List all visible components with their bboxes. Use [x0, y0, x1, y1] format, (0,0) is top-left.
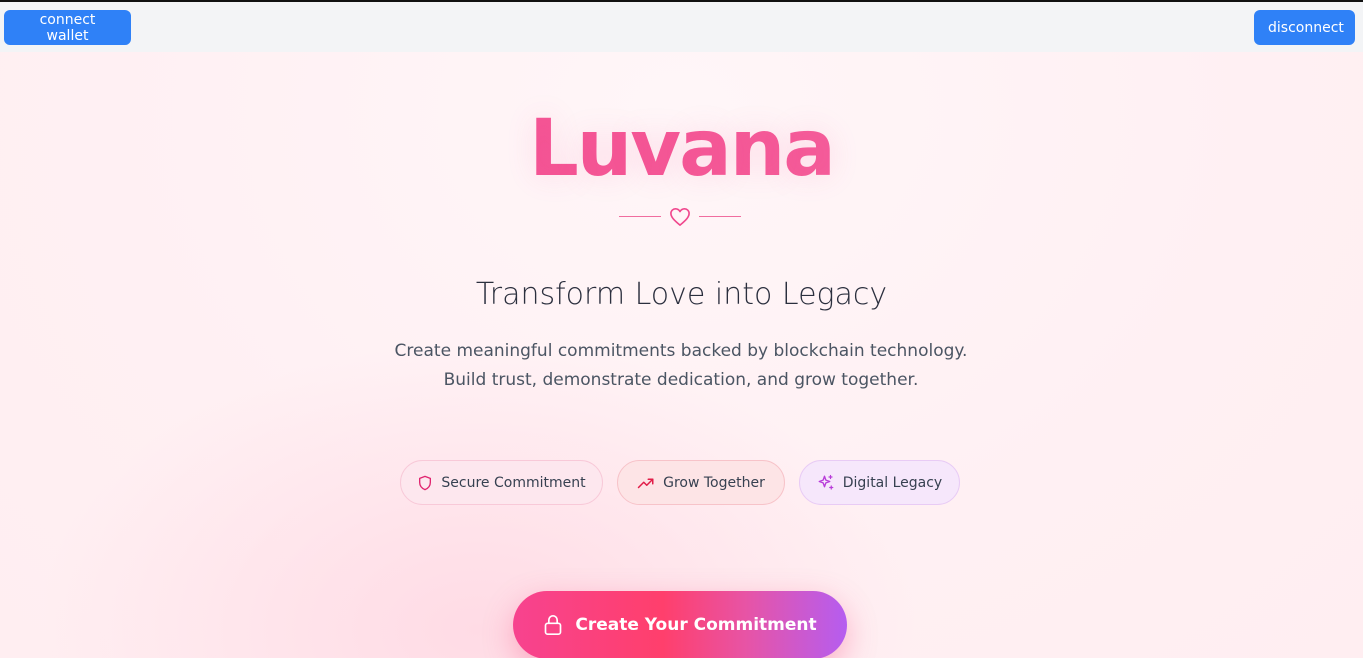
feature-pill-grow-together: Grow Together — [617, 460, 785, 505]
heart-icon — [670, 208, 690, 226]
trending-up-icon — [637, 478, 654, 488]
sparkles-icon — [818, 474, 834, 490]
hero-description: Create meaningful commitments backed by … — [394, 341, 968, 390]
heart-divider — [619, 205, 741, 229]
divider-line-left — [619, 216, 661, 217]
feature-label: Grow Together — [663, 474, 765, 491]
lock-icon — [545, 614, 562, 635]
create-commitment-button[interactable]: Create Your Commitment — [513, 591, 847, 658]
shield-icon — [419, 475, 432, 490]
disconnect-button[interactable]: disconnect — [1254, 10, 1355, 45]
feature-label: Secure Commitment — [441, 474, 586, 491]
feature-label: Digital Legacy — [842, 474, 943, 491]
feature-pill-secure-commitment: Secure Commitment — [400, 460, 603, 505]
hero-headline: Transform Love into Legacy — [475, 277, 888, 312]
connect-wallet-button[interactable]: connect wallet — [4, 10, 131, 45]
create-commitment-label: Create Your Commitment — [575, 615, 817, 635]
feature-pill-digital-legacy: Digital Legacy — [799, 460, 960, 505]
hero-section: Luvana Transform Love into Legacy Create… — [0, 52, 1363, 658]
brand-logo-text: Luvana — [0, 104, 1363, 194]
top-bar: connect wallet disconnect — [0, 2, 1363, 52]
divider-line-right — [699, 216, 741, 217]
